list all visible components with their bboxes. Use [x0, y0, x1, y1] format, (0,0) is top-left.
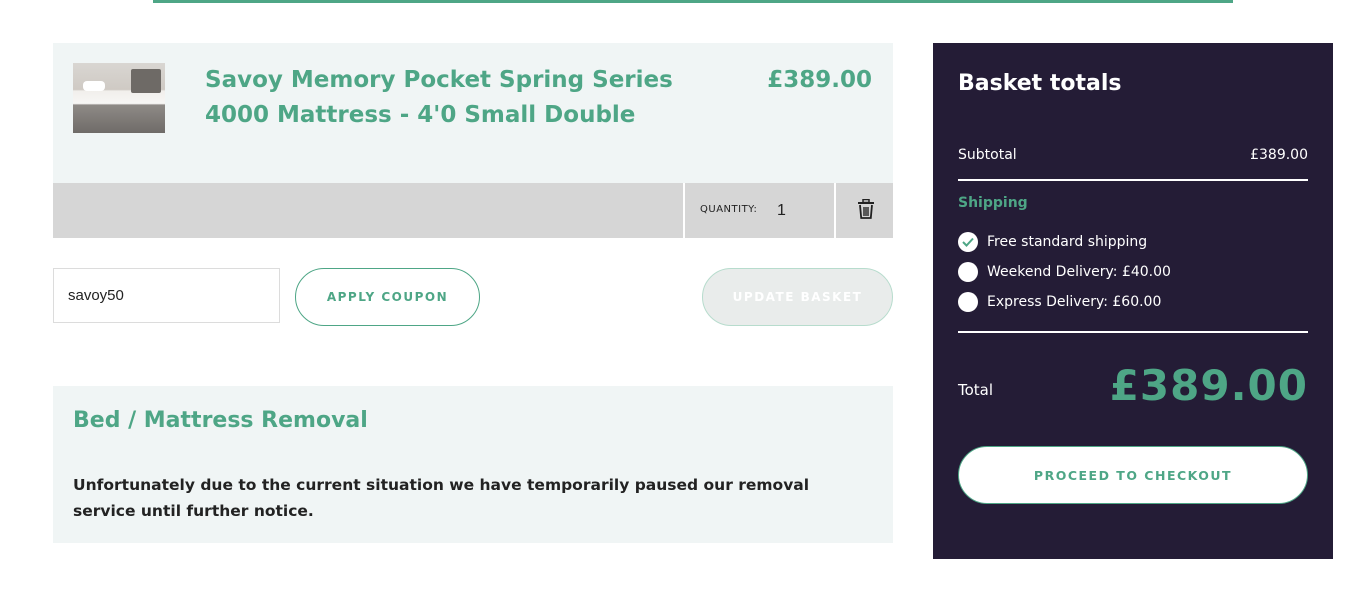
basket-totals-panel: Basket totals Subtotal £389.00 Shipping … — [933, 43, 1333, 559]
shipping-option-label: Free standard shipping — [987, 234, 1148, 250]
divider — [958, 179, 1308, 181]
basket-page: Savoy Memory Pocket Spring Series 4000 M… — [0, 0, 1366, 592]
apply-coupon-button[interactable]: APPLY COUPON — [295, 268, 480, 326]
basket-totals-title: Basket totals — [958, 71, 1122, 96]
shipping-option-weekend[interactable]: Weekend Delivery: £40.00 — [958, 261, 1171, 283]
quantity-box: QUANTITY: — [683, 183, 836, 238]
cart-item: Savoy Memory Pocket Spring Series 4000 M… — [53, 43, 893, 183]
proceed-to-checkout-button[interactable]: PROCEED TO CHECKOUT — [958, 446, 1308, 504]
radio-unchecked-icon[interactable] — [958, 262, 978, 282]
radio-unchecked-icon[interactable] — [958, 292, 978, 312]
mattress-image[interactable] — [73, 63, 165, 133]
radio-checked-icon[interactable] — [958, 232, 978, 252]
remove-item-button[interactable] — [838, 183, 893, 238]
top-accent-rule — [153, 0, 1233, 3]
total-amount: £389.00 — [1109, 361, 1308, 410]
update-basket-button[interactable]: UPDATE BASKET — [702, 268, 893, 326]
removal-text: Unfortunately due to the current situati… — [73, 476, 810, 520]
total-label: Total — [958, 381, 994, 399]
product-price: £389.00 — [767, 67, 872, 93]
quantity-label: QUANTITY: — [700, 204, 758, 215]
subtotal-value: £389.00 — [1250, 147, 1308, 163]
quantity-input[interactable] — [777, 201, 817, 221]
removal-title: Bed / Mattress Removal — [73, 408, 368, 433]
coupon-input[interactable] — [53, 268, 280, 323]
trash-icon — [857, 198, 875, 223]
shipping-label: Shipping — [958, 195, 1028, 211]
shipping-option-express[interactable]: Express Delivery: £60.00 — [958, 291, 1161, 313]
subtotal-label: Subtotal — [958, 147, 1017, 163]
shipping-option-label: Express Delivery: £60.00 — [987, 294, 1162, 310]
shipping-option-free[interactable]: Free standard shipping — [958, 231, 1147, 253]
divider — [958, 331, 1308, 333]
product-name-link[interactable]: Savoy Memory Pocket Spring Series 4000 M… — [205, 63, 725, 133]
removal-notice: Bed / Mattress Removal Unfortunately due… — [53, 386, 893, 543]
quantity-bar: QUANTITY: — [53, 183, 893, 238]
shipping-option-label: Weekend Delivery: £40.00 — [987, 264, 1171, 280]
